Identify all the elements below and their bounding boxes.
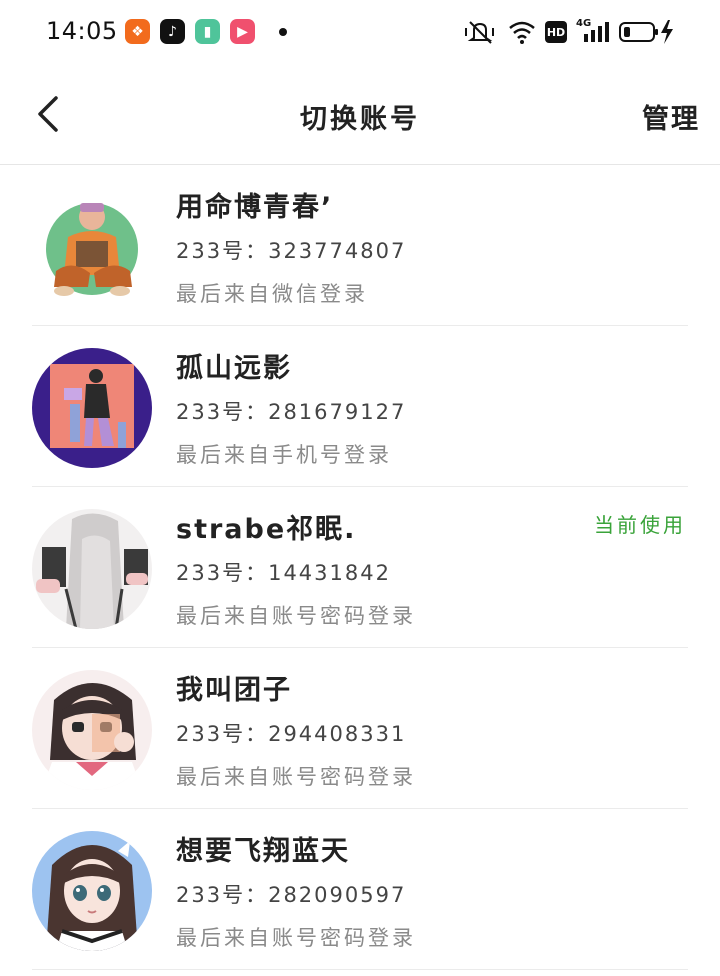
- manage-button[interactable]: 管理: [642, 97, 700, 136]
- last-login-method: 最后来自微信登录: [176, 282, 368, 306]
- last-login-method: 最后来自手机号登录: [176, 443, 392, 467]
- wifi-icon: [509, 21, 535, 44]
- page-title: 切换账号: [300, 104, 420, 135]
- account-id: 233号：14431842: [176, 561, 391, 585]
- account-name: 用命博青春’: [176, 192, 334, 223]
- video-app-icon: ▶: [230, 19, 255, 44]
- account-name: 想要飞翔蓝天: [176, 836, 350, 867]
- avatar: [32, 187, 152, 307]
- account-name: strabe祁眠.: [176, 514, 357, 545]
- mute-icon: [465, 21, 494, 44]
- avatar: [32, 509, 152, 629]
- account-id: 233号：294408331: [176, 722, 407, 746]
- account-row[interactable]: 想要飞翔蓝天 233号：282090597 最后来自账号密码登录: [0, 809, 720, 970]
- avatar: [32, 670, 152, 790]
- account-id: 233号：281679127: [176, 400, 407, 424]
- account-row[interactable]: 我叫团子 233号：294408331 最后来自账号密码登录: [0, 648, 720, 809]
- kuaishou-app-icon: ❖: [125, 19, 150, 44]
- signal-icon: 4G: [576, 18, 610, 46]
- last-login-method: 最后来自账号密码登录: [176, 604, 416, 628]
- account-name: 我叫团子: [176, 675, 292, 706]
- divider: [32, 969, 688, 970]
- account-name: 孤山远影: [176, 353, 292, 384]
- battery-icon: [619, 20, 673, 44]
- header-bar: 切换账号 管理: [0, 64, 720, 165]
- hd-badge: HD: [545, 21, 567, 43]
- account-row[interactable]: 孤山远影 233号：281679127 最后来自手机号登录: [0, 326, 720, 487]
- current-account-badge: 当前使用: [594, 513, 686, 537]
- clock: 14:05: [46, 17, 118, 45]
- tiktok-app-icon: ♪: [160, 19, 185, 44]
- account-list: 用命博青春’ 233号：323774807 最后来自微信登录 孤山远影 233号…: [0, 165, 720, 970]
- last-login-method: 最后来自账号密码登录: [176, 765, 416, 789]
- notification-dot-icon: [279, 28, 287, 36]
- avatar: [32, 348, 152, 468]
- reader-app-icon: ▮: [195, 19, 220, 44]
- account-id: 233号：282090597: [176, 883, 407, 907]
- account-row[interactable]: 用命博青春’ 233号：323774807 最后来自微信登录: [0, 165, 720, 326]
- status-bar: 14:05 ❖ ♪ ▮ ▶ HD 4G: [0, 0, 720, 64]
- account-row[interactable]: strabe祁眠. 233号：14431842 最后来自账号密码登录 当前使用: [0, 487, 720, 648]
- avatar: [32, 831, 152, 951]
- account-id: 233号：323774807: [176, 239, 407, 263]
- last-login-method: 最后来自账号密码登录: [176, 926, 416, 950]
